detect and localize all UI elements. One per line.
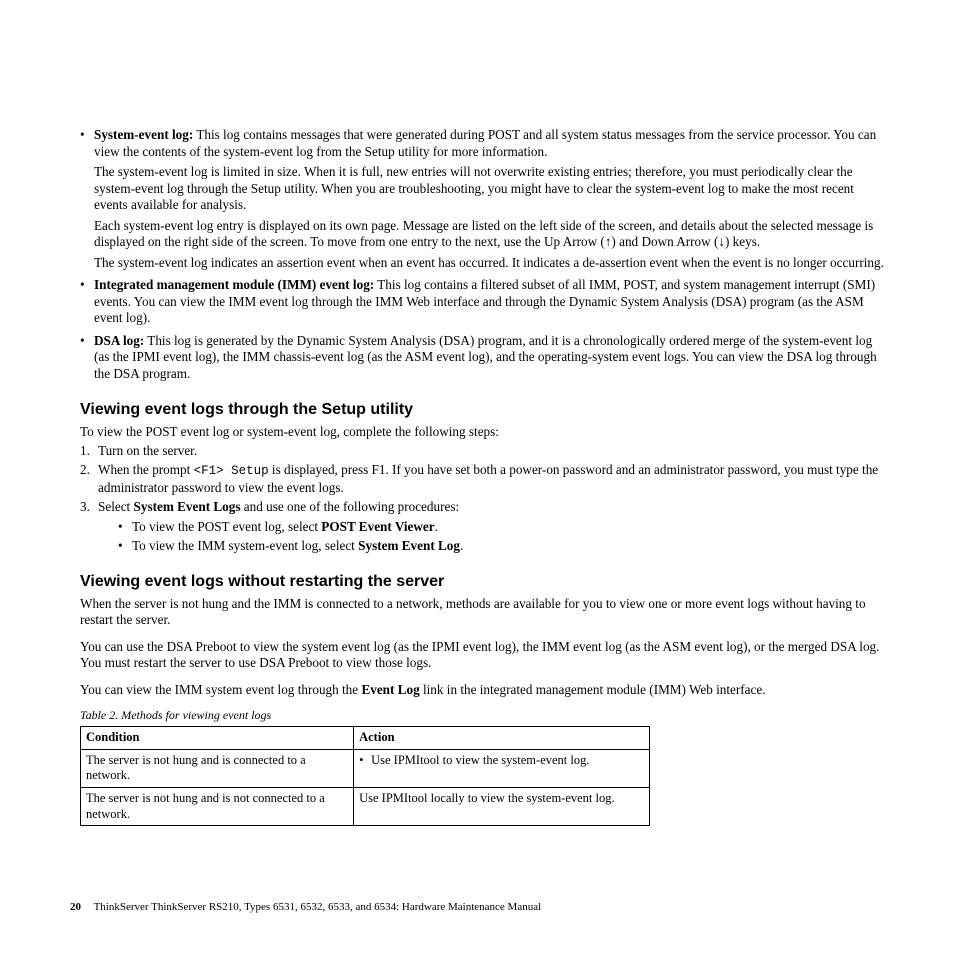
- methods-table: Condition Action The server is not hung …: [80, 726, 650, 826]
- step-text: Turn on the server.: [98, 443, 884, 460]
- section-para: You can view the IMM system event log th…: [80, 682, 884, 699]
- step-number: 3.: [80, 499, 98, 558]
- table-caption: Table 2. Methods for viewing event logs: [80, 708, 884, 723]
- down-arrow-icon: ↓: [718, 234, 725, 249]
- list-item: • To view the POST event log, select POS…: [118, 519, 884, 536]
- bold-text: POST Event Viewer: [321, 519, 434, 534]
- bold-text: System Event Log: [358, 538, 460, 553]
- list-item: 1. Turn on the server.: [80, 443, 884, 460]
- bullet-icon: •: [80, 277, 94, 331]
- section-para: When the server is not hung and the IMM …: [80, 596, 884, 629]
- section-para: You can use the DSA Preboot to view the …: [80, 639, 884, 672]
- cell-action: Use IPMItool locally to view the system-…: [354, 788, 650, 826]
- list-item: • Integrated management module (IMM) eve…: [80, 277, 884, 331]
- page-footer: 20 ThinkServer ThinkServer RS210, Types …: [70, 901, 541, 915]
- steps-list: 1. Turn on the server. 2. When the promp…: [80, 443, 884, 558]
- step-number: 2.: [80, 462, 98, 496]
- bullet-icon: •: [118, 519, 132, 536]
- list-item: 2. When the prompt <F1> Setup is display…: [80, 462, 884, 496]
- column-header-action: Action: [354, 727, 650, 750]
- cell-condition: The server is not hung and is connected …: [81, 749, 354, 787]
- log-title: System-event log:: [94, 127, 193, 142]
- table-row: The server is not hung and is not connec…: [81, 788, 650, 826]
- section-intro: To view the POST event log or system-eve…: [80, 424, 884, 441]
- cell-action: • Use IPMItool to view the system-event …: [354, 749, 650, 787]
- code-text: <F1> Setup: [194, 464, 269, 478]
- column-header-condition: Condition: [81, 727, 354, 750]
- list-item: • System-event log: This log contains me…: [80, 127, 884, 275]
- log-para: The system-event log indicates an assert…: [94, 255, 884, 272]
- cell-condition: The server is not hung and is not connec…: [81, 788, 354, 826]
- section-heading-setup: Viewing event logs through the Setup uti…: [80, 400, 884, 420]
- section-heading-restart: Viewing event logs without restarting th…: [80, 572, 884, 592]
- log-title: Integrated management module (IMM) event…: [94, 277, 374, 292]
- footer-text: ThinkServer ThinkServer RS210, Types 653…: [94, 901, 542, 913]
- log-types-list: • System-event log: This log contains me…: [80, 127, 884, 386]
- bullet-icon: •: [359, 753, 371, 769]
- bullet-icon: •: [118, 538, 132, 555]
- bold-text: Event Log: [361, 682, 419, 697]
- page-number: 20: [70, 901, 81, 913]
- bullet-icon: •: [80, 333, 94, 387]
- log-desc: This log contains messages that were gen…: [94, 127, 876, 159]
- log-desc: This log is generated by the Dynamic Sys…: [94, 333, 877, 381]
- list-item: • DSA log: This log is generated by the …: [80, 333, 884, 387]
- step-text: When the prompt <F1> Setup is displayed,…: [98, 462, 884, 496]
- table-header-row: Condition Action: [81, 727, 650, 750]
- bold-text: System Event Logs: [134, 499, 241, 514]
- log-title: DSA log:: [94, 333, 144, 348]
- sub-list: • To view the POST event log, select POS…: [98, 519, 884, 555]
- table-row: The server is not hung and is connected …: [81, 749, 650, 787]
- log-para: The system-event log is limited in size.…: [94, 164, 884, 214]
- log-para: Each system-event log entry is displayed…: [94, 218, 884, 251]
- document-page: • System-event log: This log contains me…: [0, 0, 954, 954]
- list-item: 3. Select System Event Logs and use one …: [80, 499, 884, 558]
- bullet-icon: •: [80, 127, 94, 275]
- list-item: • To view the IMM system-event log, sele…: [118, 538, 884, 555]
- step-number: 1.: [80, 443, 98, 460]
